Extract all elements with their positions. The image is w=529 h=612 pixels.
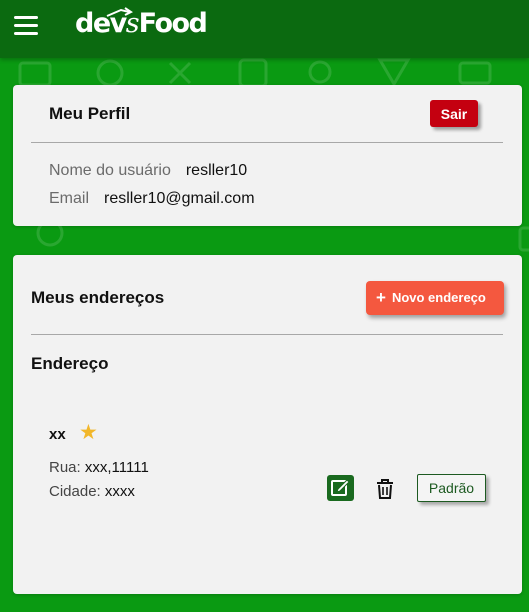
delete-address-button[interactable] [373, 476, 397, 502]
logout-button[interactable]: Sair [430, 100, 478, 127]
street-label: Rua: [49, 459, 81, 476]
profile-divider [31, 142, 503, 143]
city-value: xxxx [104, 483, 135, 500]
trash-icon [377, 479, 393, 499]
star-icon[interactable]: ★ [79, 422, 98, 443]
address-section-title: Endereço [31, 354, 109, 373]
address-city: Cidade: xxxx [49, 483, 135, 500]
logo-text-food: Food [138, 8, 208, 39]
city-label: Cidade: [49, 483, 101, 500]
email-value: resller10@gmail.com [104, 190, 255, 207]
edit-icon [331, 479, 350, 496]
hamburger-menu-icon[interactable] [14, 16, 40, 38]
street-value: xxx,11111 [84, 459, 149, 476]
edit-address-button[interactable] [327, 475, 354, 501]
profile-card: Meu Perfil Sair Nome do usuário resller10… [13, 85, 522, 226]
set-default-button[interactable]: Padrão [417, 474, 486, 502]
addresses-divider [31, 334, 503, 335]
username-value: resller10 [185, 162, 248, 179]
email-label: Email [49, 190, 90, 207]
email-row: Email resller10@gmail.com [49, 190, 255, 208]
username-label: Nome do usuário [49, 162, 171, 179]
addresses-card: Meus endereços + Novo endereço Endereço x… [13, 255, 522, 594]
devsfood-logo[interactable]: devsFood [75, 7, 208, 44]
address-street: Rua: xxx,11111 [49, 459, 149, 476]
new-address-label: Novo endereço [391, 290, 486, 305]
fork-icon [106, 7, 133, 17]
addresses-title: Meus endereços [31, 288, 165, 307]
username-row: Nome do usuário resller10 [49, 162, 247, 180]
top-navbar: devsFood [0, 0, 529, 58]
new-address-button[interactable]: + Novo endereço [366, 281, 504, 315]
plus-icon: + [376, 288, 386, 307]
address-name: xx [49, 426, 66, 443]
profile-title: Meu Perfil [49, 104, 131, 123]
